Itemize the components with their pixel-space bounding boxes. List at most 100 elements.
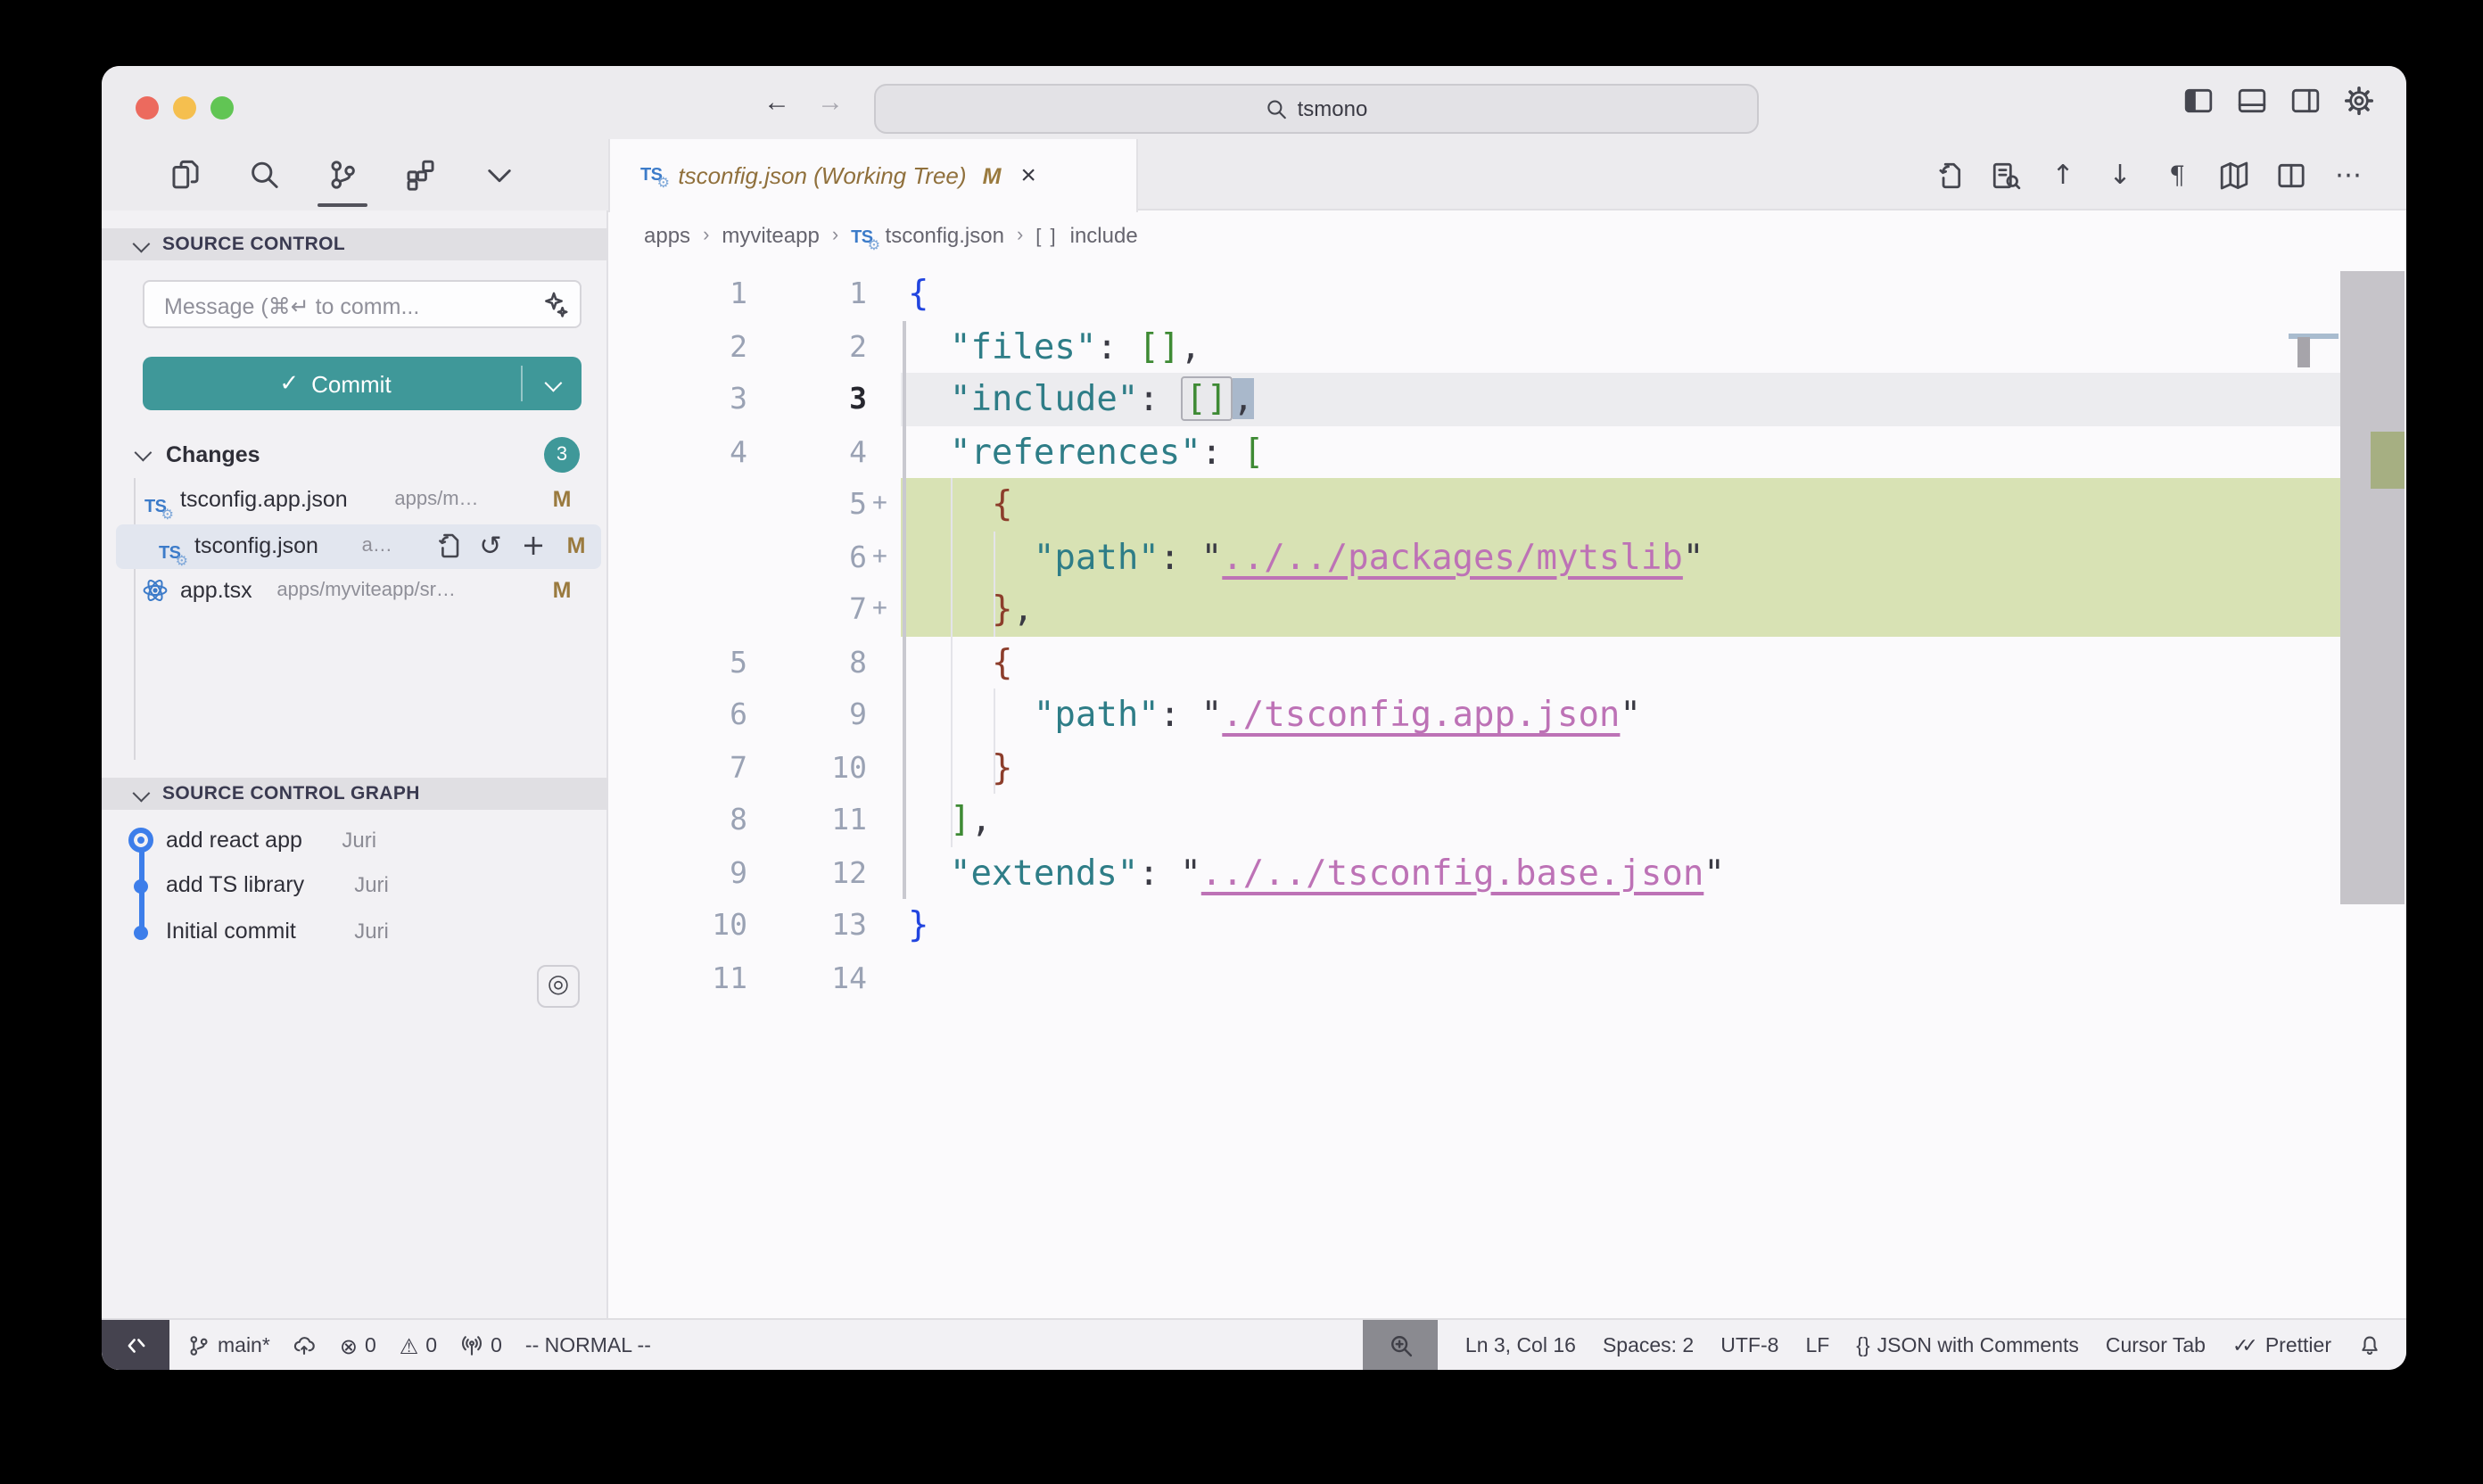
layout-sidebar-left-icon[interactable]	[2183, 86, 2214, 116]
zoom-button[interactable]	[1364, 1320, 1439, 1370]
commit-dropdown-chevron-icon[interactable]	[545, 375, 563, 392]
close-button[interactable]	[136, 96, 159, 120]
code-line-8[interactable]: 58 {	[608, 636, 2340, 688]
code-line-5[interactable]: 5+ {	[608, 478, 2340, 531]
maximize-button[interactable]	[210, 96, 234, 120]
code-text: {	[908, 268, 929, 320]
source-control-graph-header[interactable]: SOURCE CONTROL GRAPH	[102, 778, 608, 810]
status-item-main-[interactable]: main*	[187, 1334, 270, 1357]
diff-editor[interactable]: 11{22 "files": [],33 "include": [],44 "r…	[608, 259, 2340, 1318]
inline-search-icon[interactable]	[1991, 160, 2021, 190]
status-item-lf[interactable]: LF	[1805, 1335, 1829, 1356]
scrollbar-thumb[interactable]	[2340, 271, 2405, 904]
changes-header[interactable]: Changes 3	[102, 435, 608, 473]
back-arrow-icon[interactable]: ←	[763, 86, 790, 121]
minimize-button[interactable]	[173, 96, 196, 120]
commit-message-input[interactable]	[161, 282, 524, 330]
breadcrumb-item-tsconfig.json[interactable]: tsconfig.json	[886, 222, 1004, 247]
open-file-icon[interactable]	[433, 532, 462, 560]
token: :	[1138, 852, 1180, 893]
commit-message: Initial commit	[166, 910, 296, 954]
token: "	[1180, 852, 1201, 893]
code-line-4[interactable]: 44 "references": [	[608, 425, 2340, 478]
token	[908, 431, 950, 472]
forward-arrow-icon[interactable]: →	[817, 86, 844, 121]
status-item-bell[interactable]	[2358, 1334, 2381, 1357]
token: {	[908, 273, 929, 314]
file-row-actions: ↺+	[433, 524, 548, 568]
new-line-number: 6	[758, 531, 867, 583]
breadcrumb-separator: ›	[703, 224, 709, 245]
changed-file-row[interactable]: app.tsxapps/myviteapp/sr…M	[102, 569, 608, 614]
token: :	[1138, 378, 1180, 419]
status-item-cloud-upload[interactable]	[293, 1334, 317, 1357]
ts-file-icon: TS⚙	[144, 489, 166, 521]
commit-label: Commit	[311, 370, 392, 397]
commit-button[interactable]: ✓ Commit	[143, 357, 582, 410]
arrow-up-icon[interactable]: ↑	[2048, 160, 2078, 190]
layout-panel-icon[interactable]	[2237, 86, 2267, 116]
goto-current-commit-button[interactable]: ◎	[537, 965, 580, 1008]
remote-indicator[interactable]	[102, 1320, 169, 1370]
command-center-search[interactable]: tsmono	[874, 84, 1759, 134]
commit-row[interactable]: Initial commitJuri	[102, 910, 608, 954]
code-line-7[interactable]: 7+ },	[608, 583, 2340, 636]
code-text: "path": "./tsconfig.app.json"	[908, 688, 1641, 741]
status-item-0[interactable]: ⚠0	[400, 1333, 437, 1358]
stage-icon[interactable]: +	[519, 532, 548, 560]
react-file-icon	[141, 576, 169, 605]
chevron-down-icon	[135, 444, 153, 462]
code-text: {	[908, 636, 1012, 688]
map-icon[interactable]	[2219, 160, 2249, 190]
commit-row[interactable]: add TS libraryJuri	[102, 864, 608, 909]
close-icon[interactable]: ×	[1020, 163, 1036, 188]
source-control-header[interactable]: SOURCE CONTROL	[102, 228, 608, 260]
token: "	[1683, 536, 1704, 577]
breadcrumb-item-apps[interactable]: apps	[644, 222, 690, 247]
split-editor-icon[interactable]	[2276, 160, 2306, 190]
discard-icon[interactable]: ↺	[476, 532, 505, 560]
code-line-2[interactable]: 22 "files": [],	[608, 320, 2340, 373]
tab-tsconfig-working-tree[interactable]: TS⚙ tsconfig.json (Working Tree) M ×	[608, 139, 1138, 212]
code-line-12[interactable]: 912 "extends": "../../tsconfig.base.json…	[608, 846, 2340, 899]
status-item-json-with-comments[interactable]: {}JSON with Comments	[1856, 1335, 2079, 1356]
changed-file-row[interactable]: TS⚙tsconfig.app.jsonapps/m…M	[102, 478, 608, 523]
status-item-utf-8[interactable]: UTF-8	[1720, 1335, 1778, 1356]
status-item-0[interactable]: ⊗0	[340, 1333, 376, 1358]
code-line-1[interactable]: 11{	[608, 268, 2340, 320]
overview-added-marker	[2371, 432, 2405, 489]
activity-chevron-down-icon[interactable]	[483, 159, 516, 191]
changed-file-row[interactable]: TS⚙tsconfig.jsona…M↺+	[116, 524, 601, 568]
activity-extensions-icon[interactable]	[405, 159, 437, 191]
token: ../../packages/mytslib	[1222, 536, 1683, 577]
breadcrumb-item-myviteapp[interactable]: myviteapp	[722, 222, 819, 247]
code-line-9[interactable]: 69 "path": "./tsconfig.app.json"	[608, 688, 2340, 741]
code-line-10[interactable]: 710 }	[608, 741, 2340, 794]
gear-icon[interactable]	[2344, 86, 2374, 116]
status-item-0[interactable]: 0	[460, 1334, 502, 1357]
source-control-graph-title: SOURCE CONTROL GRAPH	[162, 783, 420, 804]
open-changes-icon[interactable]	[1934, 160, 1964, 190]
status-item-prettier[interactable]: ✓✓Prettier	[2232, 1334, 2331, 1357]
arrow-down-icon[interactable]: ↓	[2105, 160, 2135, 190]
sparkle-ai-icon[interactable]	[540, 291, 569, 319]
breadcrumb-item-include[interactable]: include	[1070, 222, 1138, 247]
code-text: },	[908, 583, 1034, 636]
pilcrow-icon[interactable]: ¶	[2162, 160, 2192, 190]
titlebar: ← → tsmono	[102, 66, 2406, 139]
status-item--normal-[interactable]: -- NORMAL --	[525, 1335, 651, 1356]
activity-files-icon[interactable]	[169, 159, 202, 191]
code-line-13[interactable]: 1013}	[608, 899, 2340, 952]
code-line-11[interactable]: 811 ],	[608, 794, 2340, 846]
code-line-3[interactable]: 33 "include": [],	[608, 373, 2340, 425]
code-line-6[interactable]: 6+ "path": "../../packages/mytslib"	[608, 531, 2340, 583]
status-item-ln-3-col-16[interactable]: Ln 3, Col 16	[1465, 1335, 1576, 1356]
ellipsis-icon[interactable]: ⋯	[2333, 160, 2363, 190]
code-line-14[interactable]: 1114	[608, 952, 2340, 1004]
activity-search-icon[interactable]	[248, 159, 280, 191]
commit-row[interactable]: add react appJuri	[102, 818, 608, 862]
status-item-cursor-tab[interactable]: Cursor Tab	[2106, 1335, 2206, 1356]
layout-sidebar-right-icon[interactable]	[2290, 86, 2321, 116]
activity-source-control-icon[interactable]	[326, 159, 359, 191]
status-item-spaces-2[interactable]: Spaces: 2	[1603, 1335, 1694, 1356]
